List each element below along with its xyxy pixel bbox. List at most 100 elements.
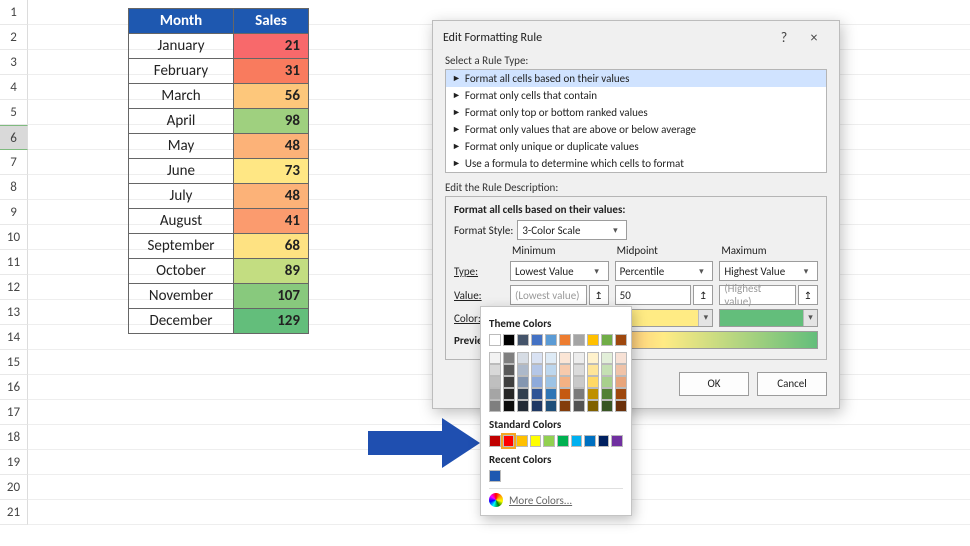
row-header[interactable]: 5 bbox=[0, 100, 28, 125]
color-swatch[interactable] bbox=[517, 388, 529, 400]
format-style-combo[interactable]: 3-Color Scale▾ bbox=[517, 220, 627, 240]
color-swatch[interactable] bbox=[601, 400, 613, 412]
row-header[interactable]: 17 bbox=[0, 400, 28, 425]
cell-month[interactable]: August bbox=[129, 209, 234, 234]
color-swatch[interactable] bbox=[545, 352, 557, 364]
row-header[interactable]: 9 bbox=[0, 200, 28, 225]
color-swatch[interactable] bbox=[531, 388, 543, 400]
table-row[interactable]: January21 bbox=[129, 34, 309, 59]
color-swatch[interactable] bbox=[587, 388, 599, 400]
color-swatch[interactable] bbox=[559, 388, 571, 400]
table-row[interactable]: May48 bbox=[129, 134, 309, 159]
color-swatch[interactable] bbox=[489, 364, 501, 376]
color-swatch[interactable] bbox=[571, 435, 583, 447]
row-header[interactable]: 15 bbox=[0, 350, 28, 375]
rule-type-item[interactable]: ►Format only cells that contain bbox=[446, 87, 826, 104]
rule-type-item[interactable]: ►Format all cells based on their values bbox=[446, 70, 826, 87]
color-swatch[interactable] bbox=[573, 352, 585, 364]
color-swatch[interactable] bbox=[573, 334, 585, 346]
row-header[interactable]: 3 bbox=[0, 50, 28, 75]
color-swatch[interactable] bbox=[615, 352, 627, 364]
rule-type-item[interactable]: ►Use a formula to determine which cells … bbox=[446, 155, 826, 172]
color-swatch[interactable] bbox=[615, 388, 627, 400]
cell-month[interactable]: November bbox=[129, 284, 234, 309]
rule-type-item[interactable]: ►Format only top or bottom ranked values bbox=[446, 104, 826, 121]
color-swatch[interactable] bbox=[559, 352, 571, 364]
color-swatch[interactable] bbox=[573, 364, 585, 376]
color-swatch[interactable] bbox=[601, 364, 613, 376]
color-swatch[interactable] bbox=[587, 352, 599, 364]
row-header[interactable]: 12 bbox=[0, 275, 28, 300]
row-header[interactable]: 13 bbox=[0, 300, 28, 325]
row-header[interactable]: 6 bbox=[0, 125, 28, 150]
cell-sales[interactable]: 89 bbox=[234, 259, 309, 284]
cell-sales[interactable]: 21 bbox=[234, 34, 309, 59]
color-swatch[interactable] bbox=[615, 334, 627, 346]
cell-month[interactable]: July bbox=[129, 184, 234, 209]
row-header[interactable]: 2 bbox=[0, 25, 28, 50]
color-swatch[interactable] bbox=[517, 400, 529, 412]
color-swatch[interactable] bbox=[516, 435, 528, 447]
cell-sales[interactable]: 48 bbox=[234, 134, 309, 159]
color-swatch[interactable] bbox=[517, 334, 529, 346]
color-swatch[interactable] bbox=[531, 400, 543, 412]
color-swatch[interactable] bbox=[531, 334, 543, 346]
rule-type-list[interactable]: ►Format all cells based on their values►… bbox=[445, 69, 827, 173]
color-swatch[interactable] bbox=[587, 400, 599, 412]
row-header[interactable]: 19 bbox=[0, 450, 28, 475]
color-swatch[interactable] bbox=[601, 352, 613, 364]
color-swatch[interactable] bbox=[489, 334, 501, 346]
table-row[interactable]: August41 bbox=[129, 209, 309, 234]
table-row[interactable]: July48 bbox=[129, 184, 309, 209]
color-swatch[interactable] bbox=[543, 435, 555, 447]
color-swatch[interactable] bbox=[531, 352, 543, 364]
color-swatch[interactable] bbox=[489, 388, 501, 400]
cell-month[interactable]: February bbox=[129, 59, 234, 84]
color-swatch[interactable] bbox=[489, 470, 501, 482]
table-row[interactable]: November107 bbox=[129, 284, 309, 309]
table-row[interactable]: April98 bbox=[129, 109, 309, 134]
cell-month[interactable]: June bbox=[129, 159, 234, 184]
color-swatch[interactable] bbox=[531, 376, 543, 388]
cell-sales[interactable]: 48 bbox=[234, 184, 309, 209]
color-swatch[interactable] bbox=[598, 435, 610, 447]
color-swatch[interactable] bbox=[545, 364, 557, 376]
color-swatch[interactable] bbox=[517, 364, 529, 376]
rule-type-item[interactable]: ►Format only values that are above or be… bbox=[446, 121, 826, 138]
value-min-refedit[interactable]: ↥ bbox=[589, 285, 609, 305]
cell-sales[interactable]: 129 bbox=[234, 309, 309, 334]
color-swatch[interactable] bbox=[503, 334, 515, 346]
color-swatch[interactable] bbox=[587, 376, 599, 388]
table-row[interactable]: March56 bbox=[129, 84, 309, 109]
color-swatch[interactable] bbox=[573, 400, 585, 412]
row-header[interactable]: 18 bbox=[0, 425, 28, 450]
color-swatch[interactable] bbox=[503, 388, 515, 400]
color-swatch[interactable] bbox=[559, 364, 571, 376]
row-header[interactable]: 11 bbox=[0, 250, 28, 275]
cell-month[interactable]: January bbox=[129, 34, 234, 59]
cell-sales[interactable]: 56 bbox=[234, 84, 309, 109]
color-swatch[interactable] bbox=[503, 352, 515, 364]
row-header[interactable]: 14 bbox=[0, 325, 28, 350]
table-row[interactable]: June73 bbox=[129, 159, 309, 184]
color-swatch[interactable] bbox=[559, 400, 571, 412]
row-header[interactable]: 1 bbox=[0, 0, 28, 25]
color-swatch[interactable] bbox=[503, 376, 515, 388]
row-header[interactable]: 21 bbox=[0, 500, 28, 525]
cell-sales[interactable]: 73 bbox=[234, 159, 309, 184]
color-swatch[interactable] bbox=[601, 388, 613, 400]
row-header[interactable]: 8 bbox=[0, 175, 28, 200]
color-swatch[interactable] bbox=[545, 400, 557, 412]
color-swatch[interactable] bbox=[545, 334, 557, 346]
color-swatch[interactable] bbox=[517, 352, 529, 364]
table-row[interactable]: February31 bbox=[129, 59, 309, 84]
cell-sales[interactable]: 41 bbox=[234, 209, 309, 234]
close-button[interactable]: × bbox=[799, 29, 829, 46]
color-swatch[interactable] bbox=[489, 352, 501, 364]
color-swatch[interactable] bbox=[503, 400, 515, 412]
color-swatch[interactable] bbox=[559, 334, 571, 346]
cell-month[interactable]: March bbox=[129, 84, 234, 109]
color-swatch[interactable] bbox=[503, 435, 515, 447]
color-swatch[interactable] bbox=[489, 400, 501, 412]
color-swatch[interactable] bbox=[573, 376, 585, 388]
